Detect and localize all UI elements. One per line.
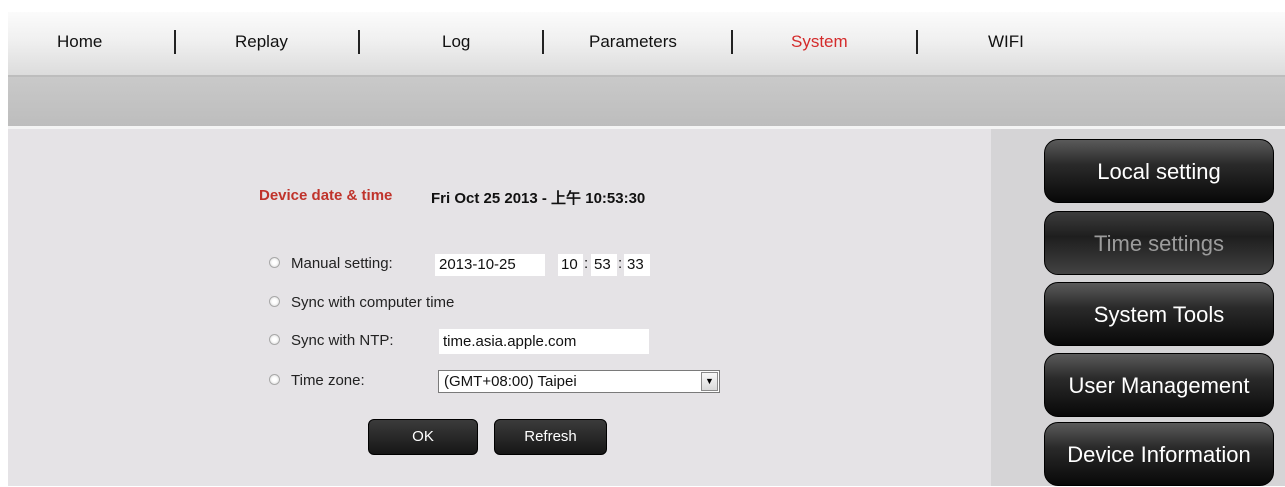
nav-home[interactable]: Home	[57, 12, 102, 72]
sidebar-item-user-management[interactable]: User Management	[1044, 353, 1274, 417]
sync-ntp-label: Sync with NTP:	[291, 332, 394, 349]
nav-separator	[916, 30, 918, 54]
timezone-radio[interactable]	[269, 374, 280, 385]
dropdown-arrow-icon[interactable]: ▼	[701, 372, 718, 391]
ok-button[interactable]: OK	[368, 419, 478, 455]
time-colon: :	[618, 255, 623, 272]
manual-setting-radio[interactable]	[269, 257, 280, 268]
nav-system[interactable]: System	[791, 12, 848, 72]
timezone-label: Time zone:	[291, 372, 365, 389]
nav-replay[interactable]: Replay	[235, 12, 288, 72]
nav-separator	[174, 30, 176, 54]
sync-ntp-radio[interactable]	[269, 334, 280, 345]
ntp-server-input[interactable]	[439, 329, 649, 354]
sidebar-item-system-tools[interactable]: System Tools	[1044, 282, 1274, 346]
refresh-button[interactable]: Refresh	[494, 419, 607, 455]
nav-log[interactable]: Log	[442, 12, 470, 72]
device-time-label: Device date & time	[259, 187, 393, 204]
nav-wifi[interactable]: WIFI	[988, 12, 1024, 72]
time-colon: :	[584, 255, 589, 272]
manual-second-input[interactable]	[624, 254, 650, 276]
manual-setting-label: Manual setting:	[291, 255, 393, 272]
timezone-selected-value: (GMT+08:00) Taipei	[444, 373, 577, 390]
time-settings-panel: Device date & time Fri Oct 25 2013 - 上午 …	[8, 129, 991, 486]
nav-separator	[358, 30, 360, 54]
manual-minute-input[interactable]	[591, 254, 617, 276]
sidebar-item-device-information[interactable]: Device Information	[1044, 422, 1274, 486]
nav-separator	[731, 30, 733, 54]
manual-hour-input[interactable]	[558, 254, 583, 276]
sidebar-item-time-settings[interactable]: Time settings	[1044, 211, 1274, 275]
sub-menu-bar	[8, 77, 1285, 126]
nav-parameters[interactable]: Parameters	[589, 12, 677, 72]
sidebar-item-local-setting[interactable]: Local setting	[1044, 139, 1274, 203]
nav-separator	[542, 30, 544, 54]
timezone-select[interactable]: (GMT+08:00) Taipei ▼	[438, 370, 720, 393]
device-time-value: Fri Oct 25 2013 - 上午 10:53:30	[431, 190, 646, 207]
sync-computer-radio[interactable]	[269, 296, 280, 307]
manual-date-input[interactable]	[435, 254, 545, 276]
sync-computer-label: Sync with computer time	[291, 294, 455, 311]
top-nav-bar: Home Replay Log Parameters System WIFI	[8, 12, 1285, 77]
